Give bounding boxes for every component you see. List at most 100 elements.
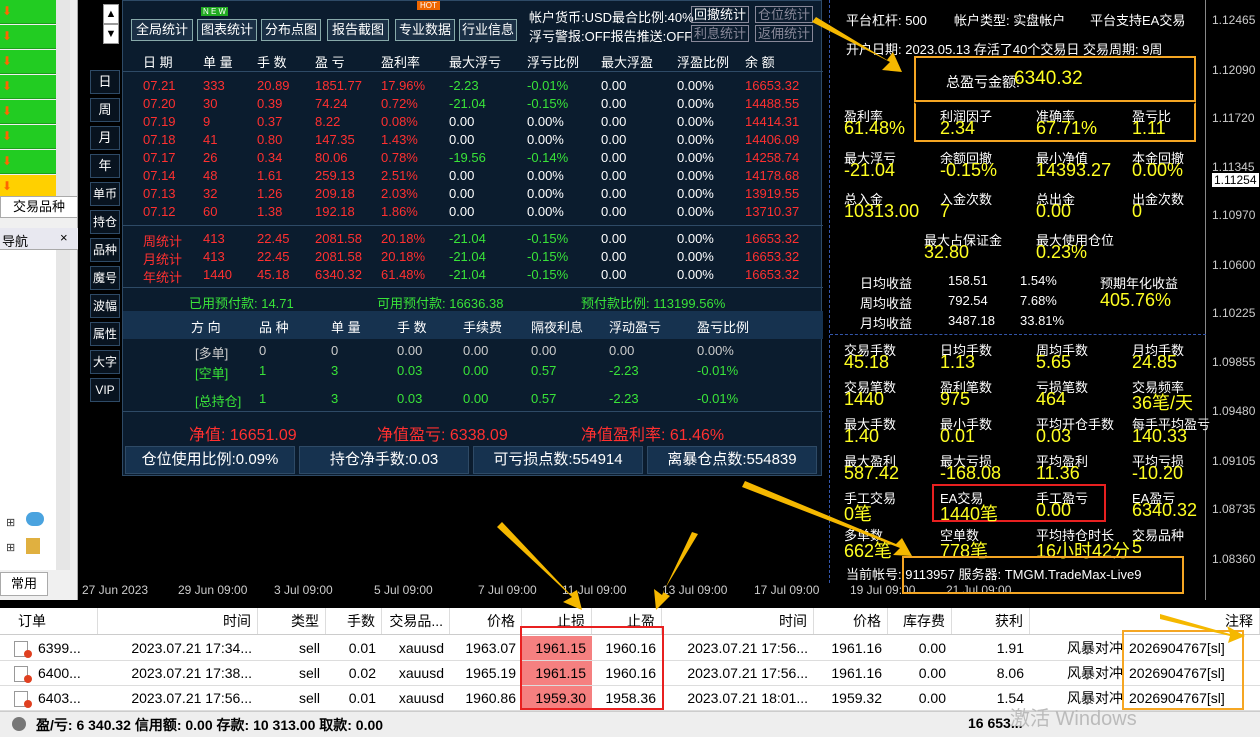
cell: -0.15% bbox=[527, 96, 569, 111]
cell: 2.03% bbox=[381, 186, 418, 201]
col-8[interactable]: 时间 bbox=[662, 608, 814, 634]
cell: 0.00% bbox=[677, 114, 714, 129]
daily-val: 792.54 bbox=[948, 293, 988, 308]
pos-cell: [总持仓] bbox=[195, 394, 242, 409]
cell: 74.24 bbox=[315, 96, 348, 111]
price-tick: 1.09855 bbox=[1212, 355, 1256, 369]
side-tab-8[interactable]: 波幅 bbox=[90, 294, 120, 318]
value-g5: 1.13 bbox=[940, 352, 976, 372]
pos-cell: -2.23 bbox=[609, 391, 639, 406]
action-btn-3[interactable]: 返佣统计 bbox=[755, 25, 814, 42]
side-tab-0[interactable]: 日 bbox=[90, 70, 120, 94]
price-tick: 1.10970 bbox=[1212, 208, 1256, 222]
action-btn-2[interactable]: 利息统计 bbox=[691, 25, 750, 42]
side-tab-3[interactable]: 年 bbox=[90, 154, 120, 178]
btn-4[interactable]: 专业数据 bbox=[395, 19, 455, 41]
pos-cell: 0.00% bbox=[697, 343, 734, 358]
cell: 0.37 bbox=[257, 114, 283, 129]
cell: 333 bbox=[203, 78, 225, 93]
expand-icon-2[interactable]: ⊞ bbox=[6, 541, 15, 554]
table-cell: 1961.16 bbox=[831, 665, 882, 681]
col-9[interactable]: 价格 bbox=[814, 608, 888, 634]
value-g5: 24.85 bbox=[1132, 352, 1178, 372]
col-4[interactable]: 交易品... bbox=[382, 608, 450, 634]
cell: 16653.32 bbox=[745, 78, 800, 93]
btn-2[interactable]: 分布点图 bbox=[261, 19, 321, 41]
col-3[interactable]: 手数 bbox=[326, 608, 382, 634]
daily-label: 月均收益 bbox=[860, 316, 913, 331]
action-btn-0[interactable]: 回撤统计 bbox=[691, 6, 750, 23]
divider bbox=[123, 411, 823, 412]
cell: 0.00 bbox=[449, 132, 475, 147]
cell: 259.13 bbox=[315, 168, 355, 183]
col-10[interactable]: 库存费 bbox=[888, 608, 952, 634]
side-tab-6[interactable]: 品种 bbox=[90, 238, 120, 262]
pos-cell: 0.57 bbox=[531, 363, 557, 378]
sum-cell: 月统计 bbox=[143, 252, 183, 267]
cell: 14258.74 bbox=[745, 150, 800, 165]
col-1[interactable]: 时间 bbox=[98, 608, 258, 634]
scroll-down-icon[interactable]: ▼ bbox=[103, 24, 119, 44]
cell: 1.26 bbox=[257, 186, 283, 201]
cell: 1.61 bbox=[257, 168, 283, 183]
table-cell: 1959.32 bbox=[831, 690, 882, 706]
sum-cell: -0.15% bbox=[527, 267, 569, 282]
alert-status: 浮亏警报:OFF报告推送:OFF bbox=[529, 29, 693, 44]
tab-common[interactable]: 常用 bbox=[0, 572, 48, 596]
arrow-down-icon: ⬇ bbox=[2, 104, 13, 118]
value-g6: 1440 bbox=[844, 389, 885, 409]
sum-cell: 16653.32 bbox=[745, 267, 800, 282]
expand-icon[interactable]: ⊞ bbox=[6, 516, 15, 529]
sum-cell: -0.15% bbox=[527, 231, 569, 246]
side-tab-1[interactable]: 周 bbox=[90, 98, 120, 122]
tab-symbols[interactable]: 交易品种 bbox=[0, 196, 78, 218]
col-header: 浮亏比例 bbox=[527, 55, 580, 70]
sum-cell: 61.48% bbox=[381, 267, 426, 282]
navigator-header: 导航 × bbox=[0, 228, 78, 250]
pos-cell: 0.03 bbox=[397, 391, 423, 406]
side-tab-9[interactable]: 属性 bbox=[90, 322, 120, 346]
col-5[interactable]: 价格 bbox=[450, 608, 522, 634]
table-cell: 1.91 bbox=[996, 640, 1024, 656]
col-2[interactable]: 类型 bbox=[258, 608, 326, 634]
footer-summary: 盈/亏: 6 340.32 信用额: 0.00 存款: 10 313.00 取款… bbox=[36, 717, 384, 733]
cell: 0.00 bbox=[601, 150, 627, 165]
side-tab-4[interactable]: 单币 bbox=[90, 182, 120, 206]
equity: 净值: 16651.09 bbox=[189, 427, 297, 444]
table-cell: 0.01 bbox=[348, 690, 376, 706]
bottom-stat-2: 可亏损点数:554914 bbox=[473, 446, 643, 474]
cell: 2.51% bbox=[381, 168, 418, 183]
side-tab-10[interactable]: 大字 bbox=[90, 350, 120, 374]
side-tab-5[interactable]: 持仓 bbox=[90, 210, 120, 234]
scroll-up-icon[interactable]: ▲ bbox=[103, 4, 119, 24]
side-tab-11[interactable]: VIP bbox=[90, 378, 120, 402]
left-scrollbar[interactable] bbox=[56, 0, 70, 200]
btn-3[interactable]: 报告截图 bbox=[327, 19, 389, 41]
side-tab-7[interactable]: 魔号 bbox=[90, 266, 120, 290]
col-11[interactable]: 获利 bbox=[952, 608, 1030, 634]
action-btn-1[interactable]: 仓位统计 bbox=[755, 6, 814, 23]
cell: 0.80 bbox=[257, 132, 283, 147]
cell: 0.00 bbox=[601, 186, 627, 201]
btn-5[interactable]: 行业信息 bbox=[459, 19, 517, 41]
pos-header: 品 种 bbox=[259, 320, 289, 335]
col-0[interactable]: 订单 bbox=[0, 608, 98, 634]
daily-pct: 7.68% bbox=[1020, 293, 1057, 308]
side-tab-2[interactable]: 月 bbox=[90, 126, 120, 150]
table-cell: 风暴对冲 bbox=[1067, 640, 1123, 656]
btn-1[interactable]: 图表统计 bbox=[197, 19, 257, 41]
btn-0[interactable]: 全局统计 bbox=[131, 19, 193, 41]
value-g2: 14393.27 bbox=[1036, 160, 1112, 180]
daily-pct: 33.81% bbox=[1020, 313, 1065, 328]
sum-cell: 1440 bbox=[203, 267, 232, 282]
pos-header: 方 向 bbox=[191, 320, 221, 335]
cell: 0.00% bbox=[677, 168, 714, 183]
cell: 30 bbox=[203, 96, 218, 111]
experts-icon[interactable] bbox=[26, 512, 44, 526]
navigator-scrollbar[interactable] bbox=[56, 250, 70, 570]
pos-cell: [空单] bbox=[195, 366, 229, 381]
close-icon[interactable]: × bbox=[60, 230, 68, 245]
sum-cell: 0.00 bbox=[601, 267, 627, 282]
scripts-icon[interactable] bbox=[26, 538, 40, 554]
pos-cell: 0.00 bbox=[463, 391, 489, 406]
